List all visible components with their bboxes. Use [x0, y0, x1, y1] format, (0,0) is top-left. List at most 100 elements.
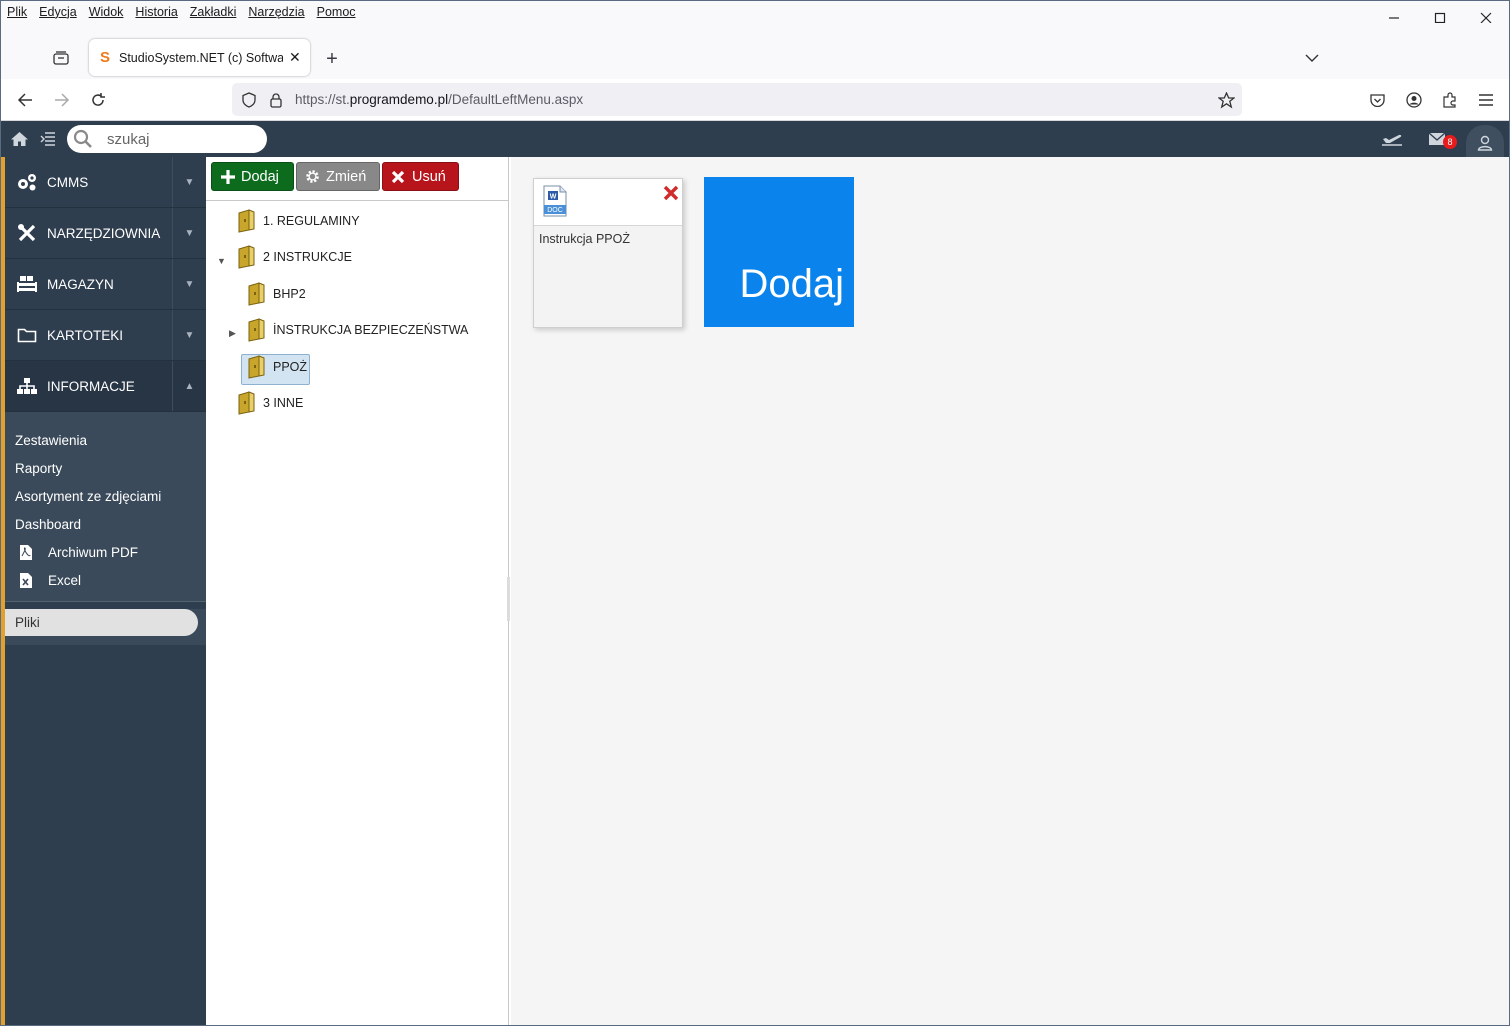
nav-label: NARZĘDZIOWNIA [47, 225, 161, 241]
close-tab-icon[interactable]: ✕ [289, 49, 301, 66]
user-icon [1477, 135, 1493, 151]
tab-title: StudioSystem.NET (c) Software [119, 50, 283, 65]
sidebar: CMMS ▼ NARZĘDZIOWNIA ▼ MAGAZYN ▼ KARTOTE… [1, 157, 206, 1025]
nav-magazyn[interactable]: MAGAZYN ▼ [5, 259, 206, 310]
nav-informacje[interactable]: INFORMACJE ▲ [5, 361, 206, 412]
edit-button[interactable]: Zmień [296, 162, 380, 191]
caret-down-icon[interactable]: ▼ [172, 157, 206, 207]
caret-down-icon[interactable]: ▼ [172, 208, 206, 258]
menu-historia[interactable]: Historia [135, 5, 177, 19]
delete-button[interactable]: Usuń [382, 162, 459, 191]
new-tab-button[interactable]: + [321, 48, 343, 70]
lock-icon[interactable] [267, 91, 285, 109]
svg-text:W: W [550, 194, 557, 201]
search-box [67, 125, 267, 153]
tree-node[interactable]: 2 INSTRUKCJE [237, 242, 352, 272]
nav-narzedziownia[interactable]: NARZĘDZIOWNIA ▼ [5, 208, 206, 259]
account-icon[interactable] [1404, 90, 1424, 110]
folder-icon [238, 245, 255, 269]
submenu-zestawienia[interactable]: Zestawienia [5, 426, 206, 454]
tree-node-selected[interactable]: PPOŻ [247, 352, 307, 382]
caret-down-icon[interactable]: ▼ [172, 310, 206, 360]
back-icon[interactable] [15, 90, 35, 110]
search-icon [73, 129, 92, 148]
url-field[interactable]: https://st.programdemo.pl/DefaultLeftMen… [232, 83, 1242, 116]
submenu-label: Archiwum PDF [48, 544, 139, 560]
gears-icon [16, 173, 38, 191]
tree-node-label: 3 INNE [263, 396, 304, 410]
caret-down-icon[interactable]: ▼ [172, 259, 206, 309]
tree-node[interactable]: İNSTRUKCJA BEZPIECZEŃSTWA [247, 315, 468, 345]
tree-node[interactable]: 3 INNE [237, 388, 303, 418]
submenu-dashboard[interactable]: Dashboard [5, 510, 206, 538]
pdf-file-icon [17, 544, 35, 561]
pocket-icon[interactable] [1367, 90, 1387, 110]
submenu-pliki-active[interactable]: Pliki [5, 609, 198, 636]
x-icon [391, 170, 405, 183]
browser-window: Plik Edycja Widok Historia Zakładki Narz… [0, 0, 1510, 1026]
site-favicon-icon: S [99, 48, 110, 66]
nav-kartoteki[interactable]: KARTOTEKI ▼ [5, 310, 206, 361]
collapsed-triangle-icon[interactable]: ▶ [229, 328, 236, 339]
home-icon[interactable] [9, 129, 29, 149]
add-file-tile[interactable]: Dodaj [704, 177, 854, 327]
submenu-archiwum-pdf[interactable]: Archiwum PDF [5, 538, 206, 566]
forward-icon[interactable] [52, 90, 72, 110]
menu-edycja[interactable]: Edycja [39, 5, 77, 19]
submenu-asortyment[interactable]: Asortyment ze zdjęciami [5, 482, 206, 510]
search-input[interactable] [107, 130, 247, 148]
expanded-triangle-icon[interactable]: ▼ [217, 256, 226, 266]
submenu-excel[interactable]: Excel [5, 566, 206, 594]
word-doc-icon: W DOC [543, 185, 567, 217]
delete-button-label: Usuń [412, 168, 446, 185]
file-name-label: Instrukcja PPOŻ [539, 232, 630, 246]
menu-widok[interactable]: Widok [89, 5, 124, 19]
app-topbar: 8 [1, 121, 1509, 161]
browser-tab[interactable]: S StudioSystem.NET (c) Software ✕ [89, 39, 310, 76]
folder-icon [238, 209, 255, 233]
menu-zakladki[interactable]: Zakładki [190, 5, 237, 19]
plus-icon [221, 169, 235, 184]
edit-button-label: Zmień [326, 168, 367, 185]
excel-file-icon [17, 572, 35, 589]
user-avatar[interactable] [1466, 125, 1504, 161]
mail-count-badge: 8 [1443, 135, 1457, 149]
pliki-section: Pliki [5, 609, 206, 645]
files-content-area: W DOC Instrukcja PPOŻ Dodaj [511, 157, 1509, 1025]
tree-toolbar: Dodaj Zmień Usuń [206, 157, 508, 201]
menu-pomoc[interactable]: Pomoc [317, 5, 356, 19]
list-all-tabs-icon[interactable] [1301, 48, 1323, 68]
add-button-label: Dodaj [241, 168, 279, 185]
nav-cmms[interactable]: CMMS ▼ [5, 157, 206, 208]
tab-list-icon[interactable] [51, 48, 71, 68]
hamburger-menu-icon[interactable] [1476, 90, 1496, 110]
bookmark-star-icon[interactable] [1216, 90, 1236, 110]
panel-resize-handle[interactable] [507, 577, 510, 621]
warehouse-icon [16, 275, 38, 293]
folder-tree-panel: Dodaj Zmień Usuń 1. REGULAMINY ▼ 2 INSTR… [206, 157, 509, 1025]
file-card-header: W DOC [534, 179, 682, 226]
tree-node-label: PPOŻ [273, 360, 308, 374]
tree-node[interactable]: BHP2 [247, 279, 306, 309]
add-button[interactable]: Dodaj [211, 162, 294, 191]
reload-icon[interactable] [88, 90, 108, 110]
folder-icon [238, 391, 255, 415]
folder-icon [248, 282, 265, 306]
delete-file-icon[interactable] [663, 185, 679, 201]
tree-node-label: İNSTRUKCJA BEZPIECZEŃSTWA [273, 323, 469, 337]
shield-icon[interactable] [240, 91, 258, 109]
caret-up-icon[interactable]: ▲ [172, 361, 206, 411]
extensions-icon[interactable] [1440, 90, 1460, 110]
url-text[interactable]: https://st.programdemo.pl/DefaultLeftMen… [295, 92, 583, 107]
tree-node-label: BHP2 [273, 287, 306, 301]
menu-narzedzia[interactable]: Narzędzia [248, 5, 304, 19]
airplane-icon[interactable] [1379, 129, 1405, 149]
menu-toggle-icon[interactable] [38, 129, 58, 149]
nav-label: KARTOTEKI [47, 327, 124, 343]
tree-node[interactable]: 1. REGULAMINY [237, 206, 360, 236]
file-card[interactable]: W DOC Instrukcja PPOŻ [533, 178, 683, 328]
submenu-raporty[interactable]: Raporty [5, 454, 206, 482]
menu-plik[interactable]: Plik [7, 5, 27, 19]
tab-bar: S StudioSystem.NET (c) Software ✕ + [1, 23, 1509, 79]
nav-label: INFORMACJE [47, 378, 135, 394]
